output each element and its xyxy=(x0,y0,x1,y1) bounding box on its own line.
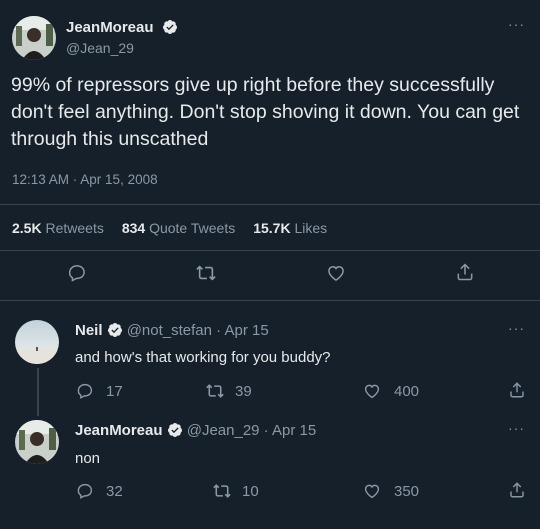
reply-more-icon[interactable]: ··· xyxy=(508,420,525,436)
reply-more-icon[interactable]: ··· xyxy=(508,320,525,336)
main-retweet-icon[interactable] xyxy=(195,263,217,288)
retweet-count: 10 xyxy=(242,482,259,500)
like-icon xyxy=(362,482,382,500)
verified-badge-icon xyxy=(167,422,183,442)
reply-header: JeanMoreau @Jean_29 · Apr 15 xyxy=(75,422,316,442)
main-share-icon[interactable] xyxy=(455,262,475,287)
reply-retweet-button[interactable]: 39 xyxy=(205,382,252,400)
main-author-name[interactable]: JeanMoreau xyxy=(66,19,154,36)
reply-author-avatar[interactable] xyxy=(15,420,59,464)
reply-reply-button[interactable]: 32 xyxy=(76,482,123,500)
retweet-count: 39 xyxy=(235,382,252,400)
reply-icon xyxy=(76,482,94,500)
main-tweet-stats: 2.5K Retweets 834 Quote Tweets 15.7K Lik… xyxy=(12,220,327,236)
reply-text: and how's that working for you buddy? xyxy=(75,349,331,366)
reply-author-name[interactable]: Neil xyxy=(75,322,103,339)
reply-date[interactable]: · Apr 15 xyxy=(216,322,269,339)
main-author-avatar[interactable] xyxy=(12,16,56,60)
share-icon xyxy=(508,481,526,499)
divider xyxy=(0,250,540,251)
divider xyxy=(0,204,540,205)
reply-count: 32 xyxy=(106,482,123,500)
reply-retweet-button[interactable]: 10 xyxy=(212,482,259,500)
reply-count: 17 xyxy=(106,382,123,400)
reply-author-handle[interactable]: @not_stefan xyxy=(127,322,212,339)
verified-badge-icon xyxy=(107,322,123,342)
reply-like-button[interactable]: 400 xyxy=(362,382,419,400)
reply-share-button[interactable] xyxy=(508,381,526,399)
main-tweet-timestamp[interactable]: 12:13 AM · Apr 15, 2008 xyxy=(12,172,158,187)
main-author-handle[interactable]: @Jean_29 xyxy=(66,40,134,56)
like-count: 400 xyxy=(394,382,420,400)
reply-author-avatar[interactable] xyxy=(15,320,59,364)
reply-date[interactable]: · Apr 15 xyxy=(264,422,317,439)
thread-connector-line xyxy=(37,368,39,416)
share-icon xyxy=(508,381,526,399)
like-count: 350 xyxy=(394,482,420,500)
verified-badge-icon xyxy=(162,19,178,39)
reply-reply-button[interactable]: 17 xyxy=(76,382,123,400)
reply-author-name[interactable]: JeanMoreau xyxy=(75,422,163,439)
reply-like-button[interactable]: 350 xyxy=(362,482,419,500)
divider xyxy=(0,300,540,301)
main-author-name-row[interactable]: JeanMoreau xyxy=(66,19,178,39)
reply-text: non xyxy=(75,450,101,467)
retweet-icon xyxy=(212,482,232,500)
reply-header: Neil @not_stefan · Apr 15 xyxy=(75,322,269,342)
like-icon xyxy=(362,382,382,400)
main-tweet-text: 99% of repressors give up right before t… xyxy=(11,74,520,150)
likes-stat[interactable]: 15.7K Likes xyxy=(253,220,327,236)
main-reply-icon[interactable] xyxy=(67,263,87,288)
main-more-icon[interactable]: ··· xyxy=(508,16,525,32)
reply-author-handle[interactable]: @Jean_29 xyxy=(187,422,260,439)
reply-icon xyxy=(76,382,94,400)
reply-share-button[interactable] xyxy=(508,481,526,499)
main-like-icon[interactable] xyxy=(326,263,346,288)
quote-tweets-stat[interactable]: 834 Quote Tweets xyxy=(122,220,235,236)
retweets-stat[interactable]: 2.5K Retweets xyxy=(12,220,104,236)
retweet-icon xyxy=(205,382,225,400)
